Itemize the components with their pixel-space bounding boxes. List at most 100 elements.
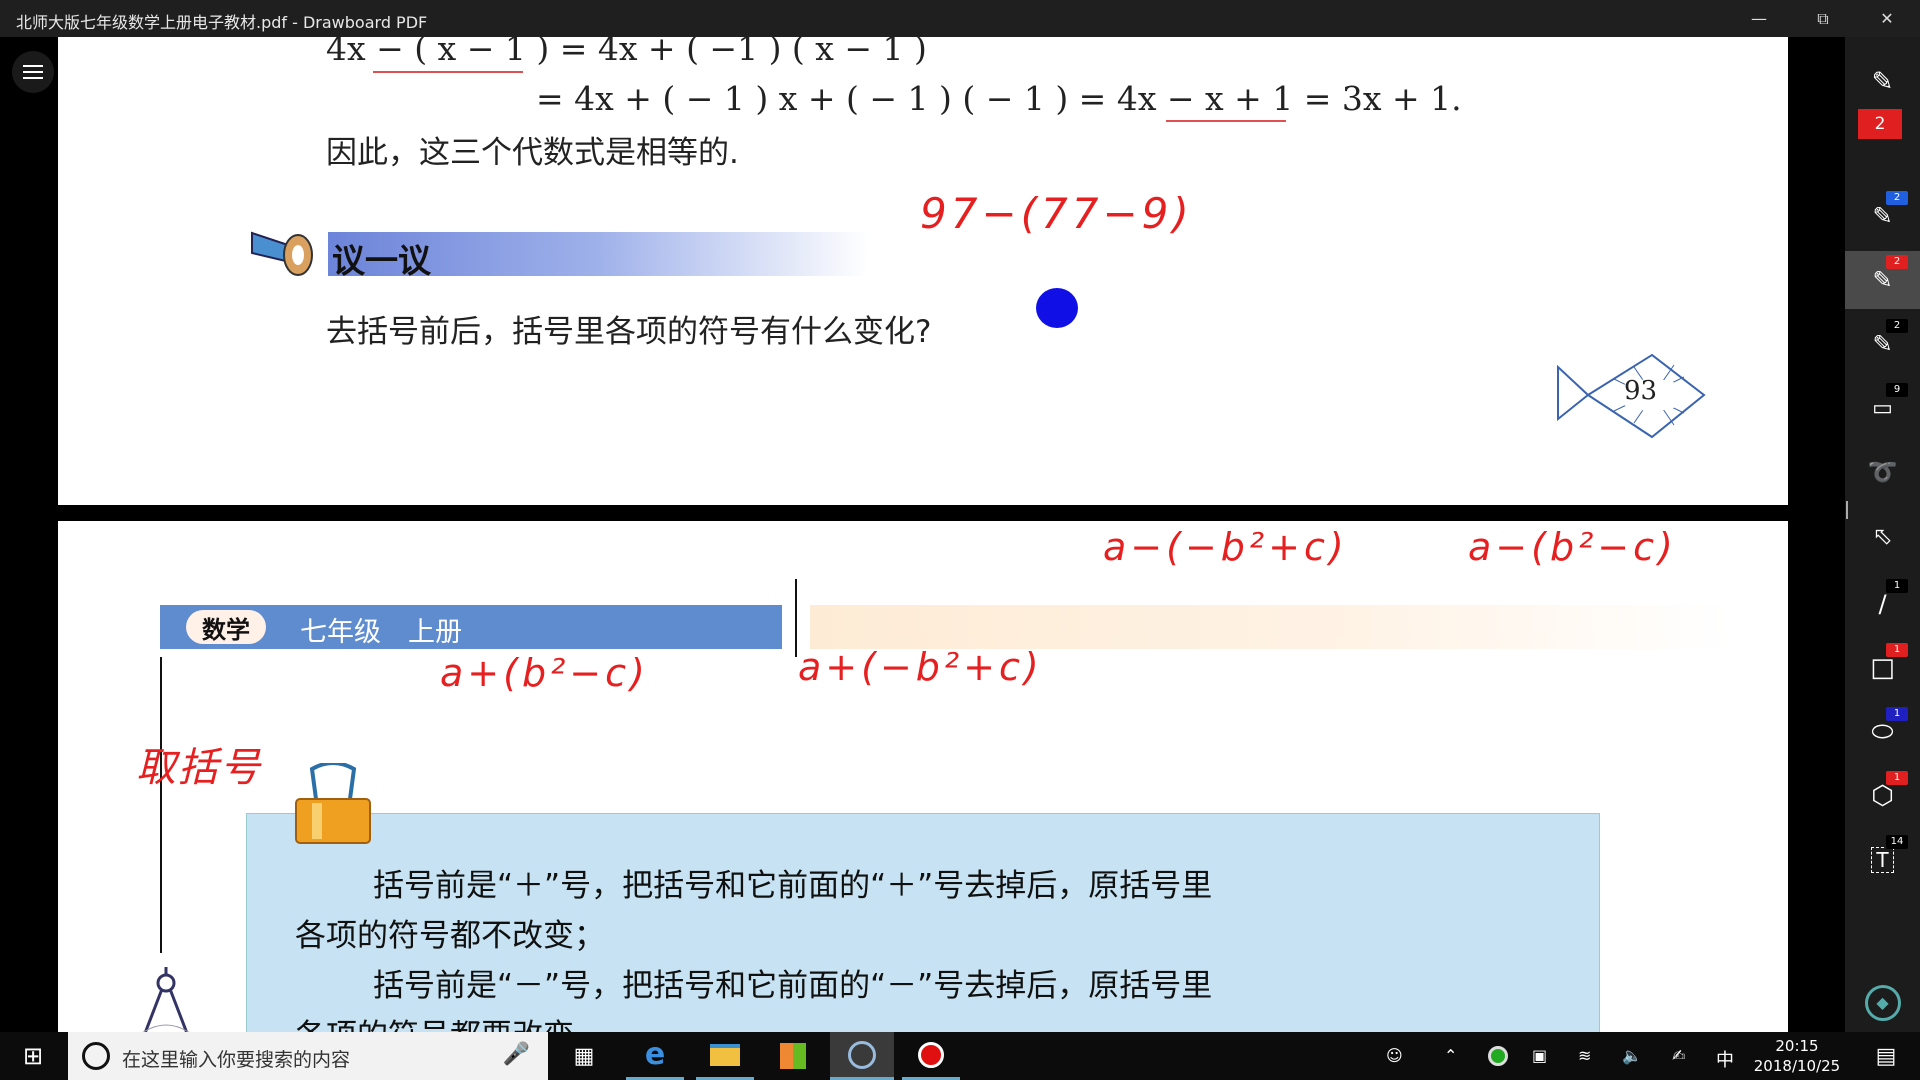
compass-icon	[142, 967, 190, 1032]
file-explorer-button[interactable]	[696, 1032, 754, 1080]
pdf-page-93[interactable]: 4x − ( x − 1 ) = 4x + ( −1 ) ( x − 1 ) =…	[58, 37, 1788, 505]
page-header-bar: 数学 七年级 上册	[160, 605, 782, 649]
select-icon: ⬁	[1872, 522, 1893, 550]
page-number: 93	[1624, 376, 1658, 406]
pointer-dot	[1036, 288, 1078, 328]
tool-count: 1	[1886, 771, 1908, 785]
recorder-button[interactable]	[902, 1032, 960, 1080]
handwriting-annotation[interactable]: a−(−b²+c)	[1103, 525, 1348, 569]
lasso-tool[interactable]: ➰	[1845, 443, 1920, 501]
folder-icon	[710, 1043, 740, 1066]
store-icon	[780, 1043, 806, 1069]
rule-box: 括号前是“＋”号，把括号和它前面的“＋”号去掉后，原括号里 各项的符号都不改变；…	[246, 813, 1600, 1032]
clock-date: 2018/10/25	[1753, 1057, 1841, 1075]
handwriting-annotation[interactable]: a−(b²−c)	[1468, 525, 1677, 569]
pen-tool-blue[interactable]: ✎ 2	[1845, 187, 1920, 245]
rule-text: 括号前是“＋”号，把括号和它前面的“＋”号去掉后，原括号里	[373, 868, 1213, 904]
record-icon	[918, 1041, 944, 1068]
minimize-icon: —	[1751, 9, 1767, 28]
window-title: 北师大版七年级数学上册电子教材.pdf - Drawboard PDF	[16, 13, 428, 32]
handwriting-annotation[interactable]: 取括号	[136, 735, 262, 793]
select-tool[interactable]: ⬁	[1845, 507, 1920, 565]
underline-mark	[1166, 120, 1286, 122]
polygon-icon: ⬡	[1871, 781, 1894, 811]
wifi-icon[interactable]: ≋	[1578, 1046, 1591, 1065]
pen-workspace-icon[interactable]: ✍	[1672, 1046, 1685, 1065]
tool-sidebar: ✎ 2 ✎ 2 ✎ 2 ✎ 2 ▭ 9 ➰ ⬁ ∕ 1 □ 1 ⬭ 1 ⬡ 1 …	[1845, 37, 1920, 1032]
discuss-section-header: 议一议	[328, 232, 868, 280]
rule-text: 各项的符号都要改变.	[295, 1010, 584, 1032]
ink-count-badge: 2	[1858, 109, 1902, 139]
drawboard-icon	[848, 1040, 876, 1069]
toggle-toolbar-button[interactable]: ◆	[1845, 974, 1920, 1032]
line-tool[interactable]: ∕ 1	[1845, 575, 1920, 633]
menu-button[interactable]	[12, 51, 54, 93]
polygon-tool[interactable]: ⬡ 1	[1845, 767, 1920, 825]
clock-time: 20:15	[1775, 1037, 1819, 1055]
header-gradient	[810, 605, 1730, 649]
rectangle-tool[interactable]: □ 1	[1845, 639, 1920, 697]
pen-tool-red[interactable]: ✎ 2	[1845, 251, 1920, 309]
tool-count: 2	[1886, 191, 1908, 205]
highlighter-tool[interactable]: ▭ 9	[1845, 379, 1920, 437]
subject-badge: 数学	[186, 610, 266, 644]
close-icon: ✕	[1880, 9, 1894, 28]
chevron-up-icon[interactable]: ⌃	[1444, 1046, 1457, 1065]
rule-text: 括号前是“－”号，把括号和它前面的“－”号去掉后，原括号里	[373, 968, 1213, 1004]
handwriting-annotation[interactable]: 97−(77−9)	[920, 189, 1193, 238]
store-button[interactable]	[764, 1032, 822, 1080]
ellipse-tool[interactable]: ⬭ 1	[1845, 703, 1920, 761]
ink-mode-button[interactable]: ✎	[1845, 53, 1920, 111]
start-button[interactable]: ⊞	[0, 1032, 66, 1080]
pdf-page-94[interactable]: a−(−b²+c) a−(b²−c) 数学 七年级 上册 a+(b²−c) a+…	[58, 521, 1788, 1032]
task-view-button[interactable]: ▦	[556, 1032, 612, 1080]
tool-count: 2	[1886, 319, 1908, 333]
chevron-circle-icon: ◆	[1864, 985, 1901, 1021]
equation-line-2: = 4x + ( − 1 ) x + ( − 1 ) ( − 1 ) = 4x …	[536, 79, 1462, 118]
task-view-icon: ▦	[573, 1043, 595, 1069]
tool-count: 1	[1886, 707, 1908, 721]
ellipse-icon: ⬭	[1871, 716, 1894, 747]
lasso-icon: ➰	[1867, 458, 1898, 486]
tool-count: 1	[1886, 643, 1908, 657]
clock[interactable]: 20:15 2018/10/25	[1752, 1036, 1842, 1076]
rectangle-icon: □	[1870, 653, 1895, 683]
notification-icon: ▤	[1875, 1043, 1897, 1069]
app-tray-icon[interactable]	[1488, 1046, 1508, 1066]
tool-count: 1	[1886, 579, 1908, 593]
highlighter-icon: ▭	[1872, 395, 1893, 421]
tool-count: 14	[1886, 835, 1908, 849]
windows-icon: ⊞	[22, 1042, 44, 1070]
action-center-button[interactable]: ▤	[1858, 1032, 1914, 1080]
pen-icon: ✎	[1872, 202, 1893, 230]
sidebar-resize-handle[interactable]	[1846, 501, 1848, 519]
tool-count: 2	[1886, 255, 1908, 269]
edge-icon: e	[644, 1037, 666, 1072]
handwriting-annotation[interactable]: a+(b²−c)	[440, 651, 649, 695]
pen-tool-black[interactable]: ✎ 2	[1845, 315, 1920, 373]
minimize-button[interactable]: —	[1728, 0, 1790, 37]
search-placeholder: 在这里输入你要搜索的内容	[122, 1049, 351, 1071]
volume-icon[interactable]: 🔈	[1622, 1046, 1642, 1065]
pen-icon: ✎	[1872, 266, 1893, 294]
equation-line-1: 4x − ( x − 1 ) = 4x + ( −1 ) ( x − 1 )	[326, 37, 927, 68]
microphone-icon: 🎤	[502, 1042, 530, 1067]
search-box[interactable]: 在这里输入你要搜索的内容 🎤	[68, 1032, 548, 1080]
battery-icon[interactable]: ▣	[1532, 1046, 1547, 1065]
margin-line	[160, 657, 162, 953]
people-icon[interactable]: ☺	[1386, 1046, 1403, 1065]
title-bar: 北师大版七年级数学上册电子教材.pdf - Drawboard PDF — ⧉ …	[0, 0, 1920, 37]
ime-indicator[interactable]: 中	[1716, 1046, 1734, 1072]
close-button[interactable]: ✕	[1856, 0, 1918, 37]
restore-button[interactable]: ⧉	[1792, 0, 1854, 37]
megaphone-icon	[251, 231, 313, 276]
hamburger-icon	[23, 65, 43, 67]
document-canvas[interactable]: 4x − ( x − 1 ) = 4x + ( −1 ) ( x − 1 ) =…	[0, 37, 1845, 1032]
underline-mark	[373, 71, 523, 73]
tool-count: 9	[1886, 383, 1908, 397]
binder-clip-icon	[295, 763, 371, 844]
drawboard-pdf-button[interactable]	[830, 1032, 894, 1080]
text-tool[interactable]: T 14	[1845, 831, 1920, 889]
edge-button[interactable]: e	[626, 1032, 684, 1080]
handwriting-annotation[interactable]: a+(−b²+c)	[798, 645, 1043, 689]
